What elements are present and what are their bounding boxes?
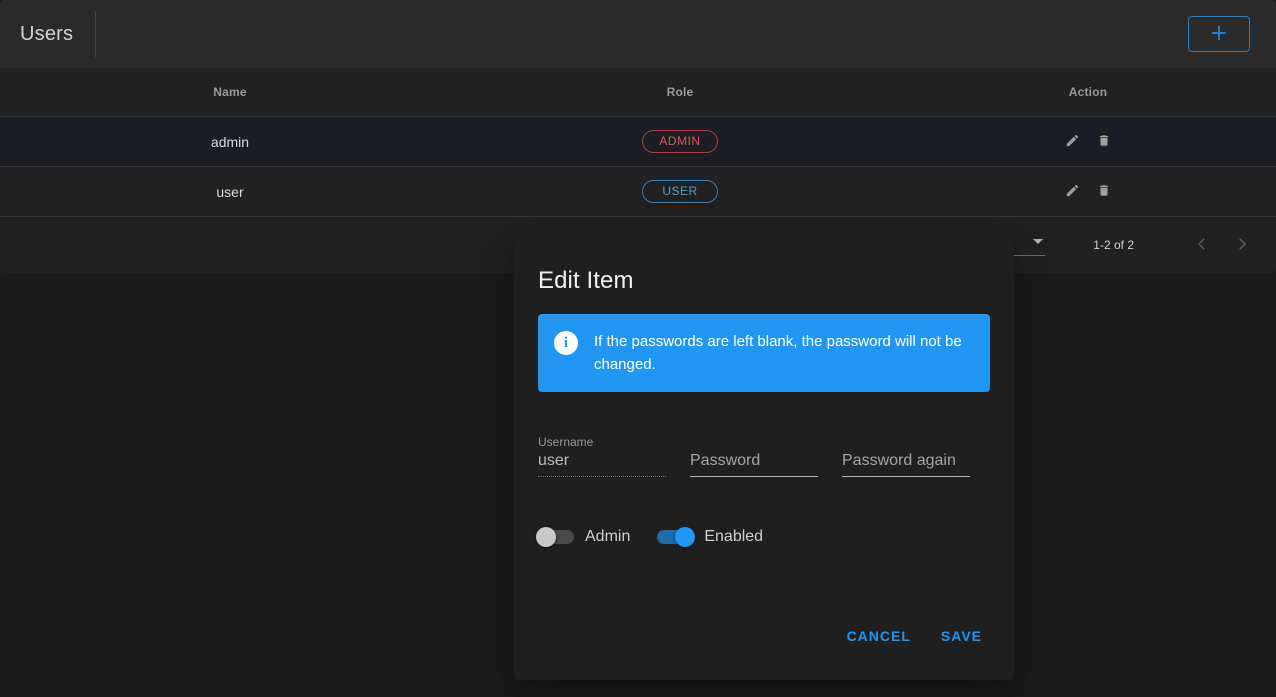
column-header-name: Name xyxy=(0,68,460,117)
info-icon: i xyxy=(554,331,578,355)
column-header-action: Action xyxy=(900,68,1276,117)
edit-row-button[interactable] xyxy=(1061,131,1083,153)
pencil-icon xyxy=(1065,183,1080,201)
edit-item-dialog: Edit Item i If the passwords are left bl… xyxy=(514,232,1014,680)
delete-row-button[interactable] xyxy=(1093,181,1115,203)
enabled-toggle[interactable]: Enabled xyxy=(657,528,763,546)
table-body: admin ADMIN xyxy=(0,117,1276,217)
admin-toggle-track xyxy=(538,530,574,544)
cell-role: ADMIN xyxy=(460,117,900,167)
form-fields: Username xyxy=(538,435,990,483)
dialog-title: Edit Item xyxy=(538,267,990,295)
trash-icon xyxy=(1097,133,1111,151)
cell-action xyxy=(900,167,1276,217)
previous-page-button[interactable] xyxy=(1182,225,1222,265)
cancel-button[interactable]: CANCEL xyxy=(839,618,919,654)
pagination-range-label: 1-2 of 2 xyxy=(1093,238,1134,252)
add-user-button[interactable] xyxy=(1188,16,1250,52)
enabled-toggle-thumb xyxy=(675,527,695,547)
cell-name: admin xyxy=(0,117,460,167)
info-alert-text: If the passwords are left blank, the pas… xyxy=(594,330,974,376)
cell-action xyxy=(900,117,1276,167)
save-button[interactable]: SAVE xyxy=(933,618,990,654)
delete-row-button[interactable] xyxy=(1093,131,1115,153)
password-again-field[interactable] xyxy=(842,435,970,483)
username-field: Username xyxy=(538,435,666,483)
chevron-right-icon xyxy=(1233,235,1251,256)
users-table: Name Role Action admin ADMIN xyxy=(0,68,1276,217)
info-alert: i If the passwords are left blank, the p… xyxy=(538,314,990,392)
password-field[interactable] xyxy=(690,435,818,483)
table-head: Name Role Action xyxy=(0,68,1276,117)
admin-toggle-thumb xyxy=(536,527,556,547)
plus-icon xyxy=(1209,23,1229,46)
table-header-row: Name Role Action xyxy=(0,68,1276,117)
chevron-left-icon xyxy=(1193,235,1211,256)
table-row[interactable]: admin ADMIN xyxy=(0,117,1276,167)
password-again-underline xyxy=(842,476,970,477)
role-badge-admin: ADMIN xyxy=(642,130,718,153)
dialog-actions: CANCEL SAVE xyxy=(538,618,990,656)
row-actions xyxy=(900,131,1276,153)
row-actions xyxy=(900,181,1276,203)
toolbar-divider xyxy=(95,11,96,57)
username-input xyxy=(538,452,666,470)
cell-name: user xyxy=(0,167,460,217)
username-underline xyxy=(538,476,666,477)
toggle-row: Admin Enabled xyxy=(538,528,990,546)
trash-icon xyxy=(1097,183,1111,201)
admin-toggle[interactable]: Admin xyxy=(538,528,630,546)
cell-role: USER xyxy=(460,167,900,217)
enabled-toggle-label: Enabled xyxy=(704,528,763,546)
table-toolbar: Users xyxy=(0,0,1276,68)
enabled-toggle-track xyxy=(657,530,693,544)
username-label: Username xyxy=(538,435,593,449)
password-underline xyxy=(690,476,818,477)
chevron-down-icon xyxy=(1033,239,1043,244)
pencil-icon xyxy=(1065,133,1080,151)
password-input[interactable] xyxy=(690,452,818,470)
role-badge-user: USER xyxy=(642,180,718,203)
next-page-button[interactable] xyxy=(1222,225,1262,265)
admin-toggle-label: Admin xyxy=(585,528,630,546)
table-row[interactable]: user USER xyxy=(0,167,1276,217)
edit-row-button[interactable] xyxy=(1061,181,1083,203)
column-header-role: Role xyxy=(460,68,900,117)
page-title: Users xyxy=(20,23,95,46)
password-again-input[interactable] xyxy=(842,452,970,470)
